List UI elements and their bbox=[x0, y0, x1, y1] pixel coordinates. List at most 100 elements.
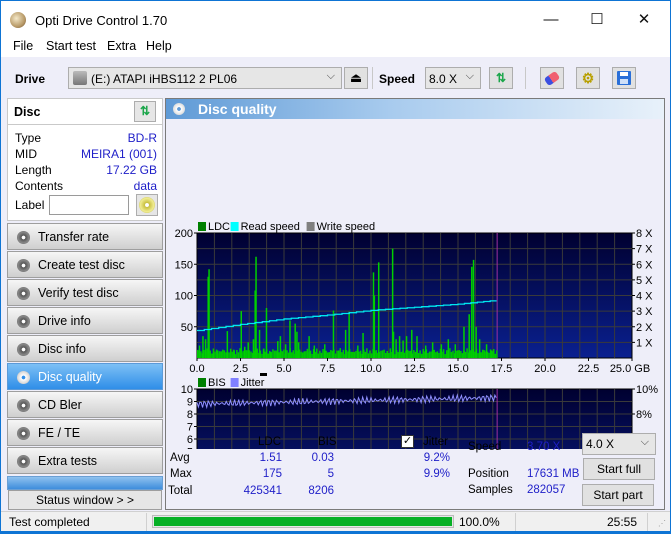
drive-select[interactable]: (E:) ATAPI iHBS112 2 PL06 ⌵ bbox=[68, 67, 342, 89]
disc-icon bbox=[17, 371, 30, 384]
legend-marker-icon bbox=[260, 373, 267, 376]
erase-button[interactable] bbox=[540, 67, 564, 89]
stats-max-bis: 5 bbox=[327, 468, 334, 480]
ldc-bar bbox=[388, 352, 390, 358]
disc-icon bbox=[17, 343, 30, 356]
stats-avg-label: Avg bbox=[170, 452, 190, 464]
ldc-bar bbox=[422, 348, 425, 358]
settings-button[interactable]: ⚙ bbox=[576, 67, 600, 89]
ldc-bar bbox=[454, 344, 457, 358]
nav-create-test-disc[interactable]: Create test disc bbox=[7, 251, 163, 278]
nav-verify-test-disc[interactable]: Verify test disc bbox=[7, 279, 163, 306]
ldc-bar bbox=[200, 351, 202, 358]
y-tick-label-right: 8% bbox=[636, 409, 652, 421]
menu-extra[interactable]: Extra bbox=[107, 39, 136, 53]
ldc-bar bbox=[352, 351, 354, 358]
ldc-bar bbox=[492, 349, 495, 358]
y-tick-label-right: 8 X bbox=[636, 228, 653, 240]
jitter-checkbox[interactable]: ✓ bbox=[401, 435, 414, 448]
status-window-button[interactable]: Status window > > bbox=[8, 490, 162, 510]
y-tick-label-left: 150 bbox=[175, 259, 193, 271]
ldc-bar bbox=[202, 336, 204, 358]
refresh-button[interactable]: ⇅ bbox=[489, 67, 513, 89]
ldc-bar bbox=[229, 348, 232, 358]
chevron-down-icon: ⌵ bbox=[640, 436, 649, 448]
ldc-bar bbox=[445, 350, 448, 358]
ldc-bar bbox=[265, 308, 268, 358]
nav-drive-info[interactable]: Drive info bbox=[7, 307, 163, 334]
nav-label: Verify test disc bbox=[38, 286, 119, 300]
resize-grip-icon[interactable]: ⋰ bbox=[658, 519, 666, 528]
left-panel: Disc ⇅ Type BD-R MID MEIRA1 (001) Length… bbox=[7, 98, 163, 510]
ldc-bar bbox=[226, 331, 229, 358]
stats-avg-jitter: 9.2% bbox=[423, 452, 450, 464]
x-tick-label: 7.5 bbox=[320, 363, 335, 375]
ldc-bar bbox=[411, 329, 413, 358]
nav-transfer-rate[interactable]: Transfer rate bbox=[7, 223, 163, 250]
ldc-bar bbox=[225, 352, 227, 358]
ldc-bar bbox=[488, 352, 490, 358]
eject-button[interactable]: ⏏ bbox=[344, 67, 368, 89]
ldc-bar bbox=[456, 350, 459, 358]
ldc-bar bbox=[306, 348, 309, 358]
disc-icon bbox=[17, 399, 30, 412]
x-tick-label: 22.5 bbox=[578, 363, 599, 375]
ldc-bar bbox=[483, 350, 486, 358]
disc-icon bbox=[17, 259, 30, 272]
legend-swatch bbox=[306, 222, 315, 231]
nav-fe-te[interactable]: FE / TE bbox=[7, 419, 163, 446]
menu-help[interactable]: Help bbox=[146, 39, 172, 53]
close-button[interactable]: ✕ bbox=[621, 7, 667, 33]
ldc-bar bbox=[395, 339, 397, 358]
disc-label-input[interactable] bbox=[49, 195, 129, 215]
toolbar-separator bbox=[372, 67, 373, 89]
ldc-bar bbox=[242, 350, 244, 358]
nav-disc-quality[interactable]: Disc quality bbox=[7, 363, 163, 390]
nav-label: Extra tests bbox=[38, 454, 98, 468]
speed-select[interactable]: 8.0 X ⌵ bbox=[425, 67, 481, 89]
stats-total-ldc: 425341 bbox=[243, 485, 282, 497]
ldc-bar bbox=[228, 352, 230, 358]
eject-icon: ⏏ bbox=[349, 70, 363, 85]
ldc-bar bbox=[197, 349, 199, 358]
ldc-bar bbox=[342, 349, 345, 358]
ldc-bar bbox=[237, 352, 240, 358]
ldc-bar bbox=[218, 351, 221, 358]
x-tick-label: 5.0 bbox=[276, 363, 291, 375]
y-tick-label-left: 7 bbox=[187, 422, 193, 434]
charts-area: 0.0 2.5 5.0 7.5 10.0 12.5 15.0 17.5 20.0 22.5 25.0… bbox=[175, 221, 658, 450]
stats-max-label: Max bbox=[170, 468, 192, 480]
stats-col-jitter: Jitter bbox=[423, 436, 448, 448]
menu-start-test[interactable]: Start test bbox=[46, 39, 96, 53]
ldc-bar bbox=[222, 349, 224, 358]
disc-icon bbox=[139, 197, 155, 213]
menu-file[interactable]: File bbox=[13, 39, 33, 53]
y-tick-label-right: 3 X bbox=[636, 306, 653, 318]
minimize-button[interactable]: — bbox=[528, 7, 574, 33]
nav-extra-tests[interactable]: Extra tests bbox=[7, 447, 163, 474]
ldc-bar bbox=[405, 336, 408, 358]
nav-disc-info[interactable]: Disc info bbox=[7, 335, 163, 362]
disc-refresh-button[interactable]: ⇅ bbox=[134, 101, 156, 122]
legend-swatch bbox=[230, 378, 239, 387]
ldc-bar bbox=[400, 351, 403, 358]
test-speed-select[interactable]: 4.0 X ⌵ bbox=[582, 433, 656, 455]
start-full-button[interactable]: Start full bbox=[583, 458, 655, 480]
ldc-bar bbox=[317, 353, 320, 358]
ldc-bar bbox=[292, 350, 295, 358]
start-part-button[interactable]: Start part bbox=[582, 484, 654, 506]
y-tick-label-left: 5 bbox=[187, 447, 193, 450]
maximize-button[interactable]: ☐ bbox=[574, 7, 620, 33]
save-button[interactable] bbox=[612, 67, 636, 89]
disc-label-button[interactable] bbox=[136, 194, 158, 216]
status-divider bbox=[515, 513, 516, 531]
ldc-bar bbox=[373, 295, 376, 358]
ldc-bar bbox=[397, 352, 399, 358]
ldc-bar bbox=[464, 351, 467, 358]
ldc-bar bbox=[416, 336, 418, 358]
ldc-bar bbox=[252, 339, 255, 358]
nav-cd-bler[interactable]: CD Bler bbox=[7, 391, 163, 418]
app-window: Opti Drive Control 1.70 — ☐ ✕ File Start… bbox=[0, 0, 671, 534]
disc-length-key: Length bbox=[15, 163, 52, 177]
ldc-bar bbox=[272, 349, 274, 358]
